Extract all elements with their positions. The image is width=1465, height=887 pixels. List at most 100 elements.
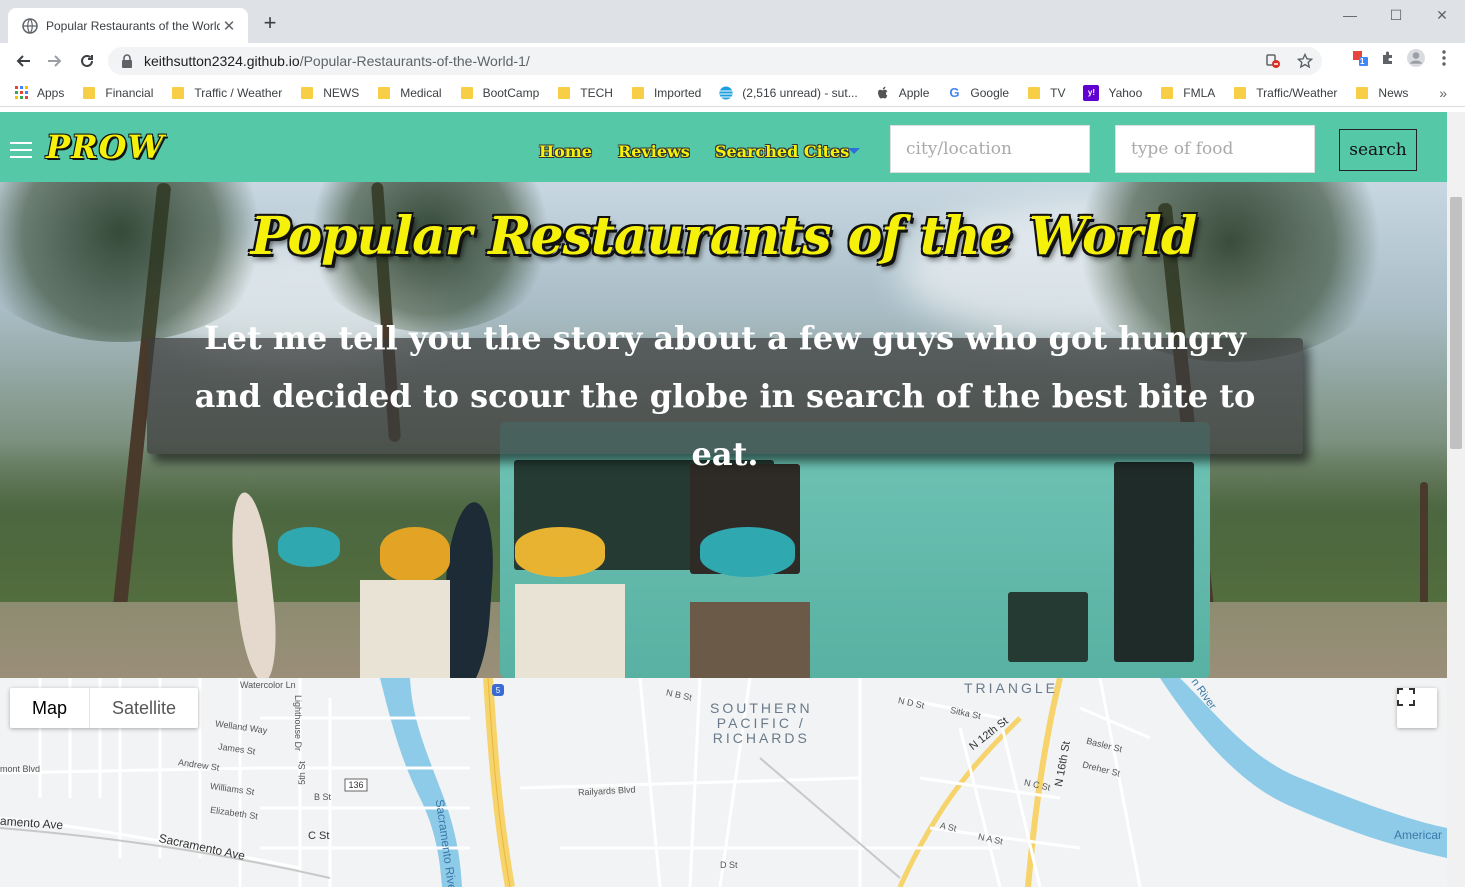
bookmark-financial[interactable]: Financial bbox=[82, 86, 153, 100]
bookmark-label: Google bbox=[970, 85, 1010, 100]
bookmark-mail[interactable]: (2,516 unread) - sut... bbox=[719, 85, 858, 100]
bookmark-fmla[interactable]: FMLA bbox=[1160, 86, 1215, 100]
extension-badge-count: 1 bbox=[1360, 57, 1365, 66]
web-page: PROW Home Reviews Searched Cites search bbox=[0, 112, 1447, 887]
map-embed[interactable]: 5 136 Map Satellite TRIANGLE SOUTHERN PA… bbox=[0, 678, 1447, 887]
profile-avatar-icon[interactable] bbox=[1407, 49, 1425, 67]
map-type-satellite-button[interactable]: Satellite bbox=[89, 688, 198, 728]
forward-arrow-icon[interactable] bbox=[42, 48, 68, 74]
district-label-triangle: TRIANGLE bbox=[964, 680, 1059, 696]
bookmark-tv[interactable]: TV bbox=[1027, 86, 1065, 100]
close-tab-icon[interactable]: ✕ bbox=[220, 17, 238, 35]
fullscreen-icon[interactable] bbox=[1397, 688, 1437, 728]
bookmark-medical[interactable]: Medical bbox=[377, 85, 442, 100]
folder-icon bbox=[1233, 86, 1247, 100]
bookmark-label: Medical bbox=[400, 85, 442, 100]
street-label: Watercolor Ln bbox=[240, 680, 296, 690]
bookmark-apps[interactable]: Apps bbox=[14, 86, 64, 100]
new-tab-button[interactable]: + bbox=[258, 12, 282, 36]
star-icon[interactable] bbox=[1296, 52, 1314, 70]
bookmark-label: Imported bbox=[653, 85, 702, 100]
route-number: 136 bbox=[348, 780, 363, 790]
folder-icon bbox=[557, 86, 571, 100]
window-controls: — ☐ ✕ bbox=[1327, 0, 1465, 30]
browser-tab[interactable]: Popular Restaurants of the World ✕ bbox=[8, 8, 248, 43]
story-text: Let me tell you the story about a few gu… bbox=[194, 319, 1256, 473]
district-line: RICHARDS bbox=[712, 730, 810, 746]
dropdown-caret-icon[interactable] bbox=[848, 148, 860, 154]
address-bar[interactable]: keithsutton2324.github.io/Popular-Restau… bbox=[108, 47, 1322, 75]
maximize-icon[interactable]: ☐ bbox=[1373, 0, 1419, 30]
reload-icon[interactable] bbox=[74, 48, 100, 74]
surfboard-sign bbox=[515, 527, 605, 577]
blocked-icon[interactable] bbox=[1264, 52, 1282, 70]
bookmark-traffic-weather[interactable]: Traffic / Weather bbox=[171, 86, 282, 100]
surfboard-sign bbox=[380, 527, 450, 583]
page-scrollbar[interactable] bbox=[1447, 112, 1465, 887]
churros-sign bbox=[515, 584, 625, 678]
street-label: Lighthouse Dr bbox=[293, 694, 304, 752]
bookmark-imported[interactable]: Imported bbox=[631, 86, 701, 100]
bookmark-traffic-weather-2[interactable]: Traffic/Weather bbox=[1233, 86, 1337, 100]
folder-icon bbox=[171, 86, 185, 100]
bookmark-apple[interactable]: Apple bbox=[876, 86, 929, 100]
bookmark-news[interactable]: News bbox=[1355, 86, 1408, 100]
highway bbox=[483, 678, 515, 887]
highway bbox=[897, 716, 1022, 887]
puzzle-icon[interactable] bbox=[1379, 49, 1397, 67]
close-window-icon[interactable]: ✕ bbox=[1419, 0, 1465, 30]
google-g-icon: G bbox=[949, 85, 960, 100]
truck-door bbox=[1114, 462, 1194, 662]
extension-badge-icon[interactable]: 1 bbox=[1351, 49, 1369, 67]
hero-banner: Popular Restaurants of the World Let me … bbox=[0, 182, 1447, 678]
hamburger-menu-icon[interactable] bbox=[10, 142, 32, 160]
url-host: keithsutton2324.github.io bbox=[144, 53, 300, 69]
rail-line bbox=[759, 757, 901, 879]
back-arrow-icon[interactable] bbox=[10, 48, 36, 74]
bookmark-label: NEWS bbox=[323, 85, 360, 100]
street-label: B St bbox=[314, 792, 332, 802]
waffles-sign bbox=[360, 580, 450, 678]
bookmark-label: BootCamp bbox=[482, 85, 540, 100]
chevron-right-double-icon[interactable]: » bbox=[1439, 85, 1447, 101]
surfboard-sign bbox=[700, 527, 795, 577]
bookmark-label: Financial bbox=[105, 85, 154, 100]
nav-searched-cites-link[interactable]: Searched Cites bbox=[715, 142, 849, 161]
river-label: Americar bbox=[1394, 828, 1443, 842]
search-button[interactable]: search bbox=[1339, 129, 1417, 171]
bookmark-label: Traffic/Weather bbox=[1256, 85, 1338, 100]
nav-reviews-link[interactable]: Reviews bbox=[618, 142, 690, 161]
interstate-number: 5 bbox=[496, 686, 501, 695]
globe-icon bbox=[22, 17, 38, 34]
bookmark-news-folder[interactable]: NEWS bbox=[300, 86, 359, 100]
scrollbar-thumb[interactable] bbox=[1450, 197, 1462, 449]
yahoo-logo-icon: y! bbox=[1083, 84, 1100, 101]
street-label: 5th St bbox=[296, 761, 307, 785]
url-path: /Popular-Restaurants-of-the-World-1/ bbox=[299, 53, 530, 69]
bookmark-label: TECH bbox=[580, 85, 613, 100]
map-type-map-button[interactable]: Map bbox=[10, 688, 89, 728]
minimize-icon[interactable]: — bbox=[1327, 0, 1373, 30]
street-label: mont Blvd bbox=[0, 764, 41, 774]
truck-window bbox=[1008, 592, 1088, 662]
street-label: C St bbox=[308, 830, 330, 842]
folder-icon bbox=[300, 86, 314, 100]
bookmark-tech[interactable]: TECH bbox=[557, 86, 613, 100]
browser-toolbar: keithsutton2324.github.io/Popular-Restau… bbox=[0, 43, 1465, 79]
bookmark-label: (2,516 unread) - sut... bbox=[742, 85, 858, 100]
bookmark-google[interactable]: G Google bbox=[947, 85, 1010, 100]
bookmark-bootcamp[interactable]: BootCamp bbox=[460, 85, 540, 100]
beach-bus-sign bbox=[690, 602, 810, 678]
nav-home-link[interactable]: Home bbox=[539, 142, 592, 161]
folder-icon bbox=[1355, 86, 1369, 100]
bookmark-label: Traffic / Weather bbox=[194, 85, 283, 100]
att-globe-icon bbox=[719, 86, 733, 100]
apple-logo-icon bbox=[876, 86, 890, 100]
bookmark-yahoo[interactable]: y! Yahoo bbox=[1083, 84, 1142, 101]
site-logo[interactable]: PROW bbox=[46, 128, 164, 166]
district-line: PACIFIC / bbox=[716, 715, 806, 731]
apps-grid-icon bbox=[14, 86, 28, 100]
food-type-input[interactable] bbox=[1115, 125, 1315, 173]
city-location-input[interactable] bbox=[890, 125, 1090, 173]
kebab-menu-icon[interactable] bbox=[1435, 49, 1453, 67]
